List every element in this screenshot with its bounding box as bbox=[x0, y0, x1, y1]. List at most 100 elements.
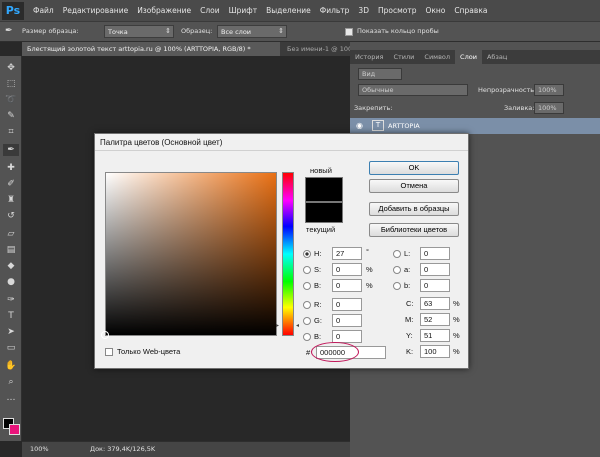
radio-lab-b[interactable] bbox=[393, 282, 401, 290]
hue-arrow-right-icon[interactable]: ◂ bbox=[296, 322, 299, 329]
h-input[interactable]: 27 bbox=[332, 247, 362, 260]
menu-filter[interactable]: Фильтр bbox=[320, 6, 350, 15]
cancel-button[interactable]: Отмена bbox=[369, 179, 459, 193]
gradient-tool-icon[interactable]: ▤ bbox=[3, 244, 19, 256]
shape-tool-icon[interactable]: ▭ bbox=[3, 342, 19, 354]
dialog-title: Палитра цветов (Основной цвет) bbox=[95, 134, 468, 151]
visibility-eye-icon[interactable]: ◉ bbox=[356, 121, 363, 130]
path-select-tool-icon[interactable]: ➤ bbox=[3, 326, 19, 338]
m-label: M: bbox=[405, 315, 414, 324]
background-color-swatch[interactable] bbox=[9, 424, 20, 435]
eyedropper-icon[interactable]: ✒ bbox=[5, 26, 13, 36]
lab-b-input[interactable]: 0 bbox=[420, 279, 450, 292]
tab-styles[interactable]: Стили bbox=[388, 50, 419, 64]
hue-arrow-left-icon[interactable]: ▸ bbox=[276, 322, 279, 329]
pen-tool-icon[interactable]: ✑ bbox=[3, 294, 19, 306]
l-label: L: bbox=[404, 249, 411, 258]
y-label: Y: bbox=[406, 331, 413, 340]
tab-layers[interactable]: Слои bbox=[455, 50, 482, 64]
document-size: Док: 379,4K/126,5K bbox=[90, 445, 156, 453]
tab-character[interactable]: Символ bbox=[419, 50, 455, 64]
c-input[interactable]: 63 bbox=[420, 297, 450, 310]
y-input[interactable]: 51 bbox=[420, 329, 450, 342]
s-input[interactable]: 0 bbox=[332, 263, 362, 276]
healing-tool-icon[interactable]: ✚ bbox=[3, 162, 19, 174]
k-label: K: bbox=[406, 347, 414, 356]
menu-image[interactable]: Изображение bbox=[137, 6, 191, 15]
layer-filter-select[interactable]: Вид bbox=[358, 68, 402, 80]
g-input[interactable]: 0 bbox=[332, 314, 362, 327]
tab-paragraph[interactable]: Абзац bbox=[482, 50, 512, 64]
b-label: B: bbox=[314, 281, 322, 290]
fill-label: Заливка: bbox=[504, 104, 535, 112]
radio-a[interactable] bbox=[393, 266, 401, 274]
h-unit: ° bbox=[366, 247, 369, 256]
radio-s[interactable] bbox=[303, 266, 311, 274]
menu-layers[interactable]: Слои bbox=[200, 6, 220, 15]
menu-help[interactable]: Справка bbox=[454, 6, 487, 15]
current-color-swatch[interactable] bbox=[305, 202, 343, 223]
brush-tool-icon[interactable]: ✐ bbox=[3, 178, 19, 190]
ok-button[interactable]: OK bbox=[369, 161, 459, 175]
tab-document-active[interactable]: Блестящий золотой текст arttopia.ru @ 10… bbox=[22, 42, 280, 56]
radio-r[interactable] bbox=[303, 301, 311, 309]
radio-b[interactable] bbox=[303, 282, 311, 290]
current-color-label: текущий bbox=[306, 225, 336, 234]
status-bar: 100% Док: 379,4K/126,5K bbox=[22, 441, 350, 457]
zoom-tool-icon[interactable]: ⌕ bbox=[3, 376, 19, 388]
a-input[interactable]: 0 bbox=[420, 263, 450, 276]
color-field[interactable] bbox=[101, 172, 277, 339]
history-brush-tool-icon[interactable]: ↺ bbox=[3, 210, 19, 222]
tab-document-untitled[interactable]: Без имени-1 @ 100% (Слой 1, RGB/8) bbox=[282, 42, 350, 56]
radio-blue[interactable] bbox=[303, 333, 311, 341]
menu-3d[interactable]: 3D bbox=[358, 6, 369, 15]
dodge-tool-icon[interactable]: ● bbox=[3, 276, 19, 288]
m-input[interactable]: 52 bbox=[420, 313, 450, 326]
blur-tool-icon[interactable]: ◆ bbox=[3, 260, 19, 272]
sample-size-select[interactable]: Точка bbox=[104, 25, 174, 38]
quick-select-tool-icon[interactable]: ✎ bbox=[3, 110, 19, 122]
add-to-swatches-button[interactable]: Добавить в образцы bbox=[369, 202, 459, 216]
eraser-tool-icon[interactable]: ▱ bbox=[3, 228, 19, 240]
menu-window[interactable]: Окно bbox=[425, 6, 445, 15]
eyedropper-tool-icon[interactable]: ✒ bbox=[3, 144, 19, 156]
blue-label: B: bbox=[314, 332, 322, 341]
tab-history[interactable]: История bbox=[350, 50, 388, 64]
crop-tool-icon[interactable]: ⌗ bbox=[3, 126, 19, 138]
b-unit: % bbox=[366, 281, 373, 290]
menu-type[interactable]: Шрифт bbox=[229, 6, 257, 15]
menu-view[interactable]: Просмотр bbox=[378, 6, 417, 15]
type-tool-icon[interactable]: T bbox=[3, 310, 19, 322]
layer-row[interactable]: ◉ T ARTTOPIA bbox=[350, 118, 600, 134]
r-input[interactable]: 0 bbox=[332, 298, 362, 311]
sample-label: Образец: bbox=[181, 27, 213, 35]
marquee-tool-icon[interactable]: ⬚ bbox=[3, 78, 19, 90]
radio-h[interactable] bbox=[303, 250, 311, 258]
menu-select[interactable]: Выделение bbox=[266, 6, 311, 15]
blend-mode-select[interactable]: Обычные bbox=[358, 84, 468, 96]
hand-tool-icon[interactable]: ✋ bbox=[3, 360, 19, 372]
hue-slider[interactable] bbox=[282, 172, 294, 336]
stamp-tool-icon[interactable]: ♜ bbox=[3, 194, 19, 206]
b-input[interactable]: 0 bbox=[332, 279, 362, 292]
menu-file[interactable]: Файл bbox=[33, 6, 54, 15]
k-input[interactable]: 100 bbox=[420, 345, 450, 358]
opacity-input[interactable]: 100% bbox=[534, 84, 564, 96]
move-tool-icon[interactable]: ✥ bbox=[3, 62, 19, 74]
color-picker-dialog: Палитра цветов (Основной цвет) ▸ ◂ новый… bbox=[94, 133, 469, 369]
radio-l[interactable] bbox=[393, 250, 401, 258]
radio-g[interactable] bbox=[303, 317, 311, 325]
show-ring-checkbox[interactable] bbox=[345, 28, 353, 36]
hex-highlight-circle bbox=[311, 342, 359, 362]
fill-input[interactable]: 100% bbox=[534, 102, 564, 114]
color-libraries-button[interactable]: Библиотеки цветов bbox=[369, 223, 459, 237]
zoom-level[interactable]: 100% bbox=[30, 445, 49, 453]
lasso-tool-icon[interactable]: ➰ bbox=[3, 94, 19, 106]
menu-edit[interactable]: Редактирование bbox=[63, 6, 128, 15]
ellipsis-icon[interactable]: … bbox=[3, 392, 19, 404]
web-colors-only-checkbox[interactable] bbox=[105, 348, 113, 356]
l-input[interactable]: 0 bbox=[420, 247, 450, 260]
c-unit: % bbox=[453, 299, 460, 308]
sample-select[interactable]: Все слои bbox=[217, 25, 287, 38]
color-field-marker[interactable] bbox=[101, 331, 109, 339]
